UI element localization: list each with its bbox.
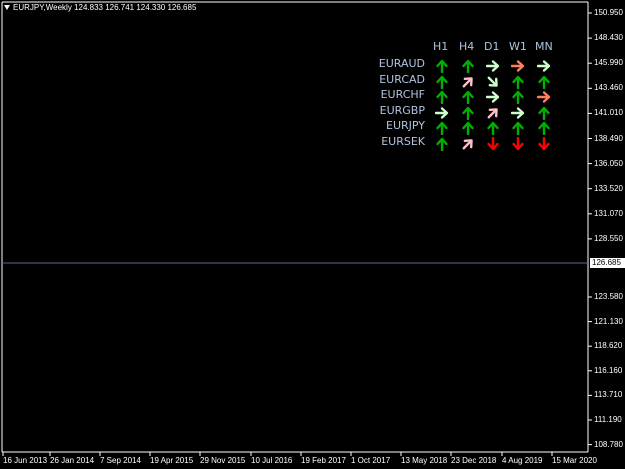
trend-arrow-icon [511, 74, 525, 89]
symbol-label-eurchf: EURCHF [380, 88, 425, 101]
trend-arrow-icon [435, 136, 449, 151]
timeframe-header-w1: W1 [509, 40, 527, 53]
trend-arrow-icon [537, 136, 551, 150]
time-axis-label: 1 Oct 2017 [351, 456, 391, 465]
price-axis-label: 113.710 [594, 390, 623, 400]
time-axis-label: 15 Mar 2020 [552, 456, 597, 465]
time-axis-label: 26 Jan 2014 [50, 456, 95, 465]
trend-arrow-icon [461, 74, 475, 88]
price-axis-label: 145.990 [594, 58, 623, 68]
time-axis-label: 4 Aug 2019 [502, 456, 543, 465]
price-axis-label: 121.130 [594, 316, 623, 326]
trend-arrow-icon [485, 58, 500, 72]
trend-arrow-icon [434, 105, 449, 119]
price-axis-label: 131.070 [594, 208, 623, 218]
trend-arrow-icon [435, 74, 449, 89]
time-axis-label: 23 Dec 2018 [451, 456, 497, 465]
trend-arrow-icon [435, 120, 449, 136]
time-axis-label: 29 Nov 2015 [200, 456, 246, 465]
trend-arrow-icon [536, 89, 551, 103]
trend-arrow-icon [485, 89, 500, 103]
time-axis-label: 7 Sep 2014 [100, 456, 141, 465]
chart-title: EURJPY,Weekly 124.833 126.741 124.330 12… [4, 3, 196, 12]
price-axis-label: 111.190 [594, 415, 622, 424]
chart-canvas[interactable] [0, 0, 625, 469]
price-axis-label: 141.010 [594, 108, 623, 118]
trend-arrow-icon [435, 89, 449, 105]
symbol-label-euraud: EURAUD [378, 57, 425, 70]
price-axis-label: 136.050 [594, 158, 623, 168]
trend-arrow-icon [537, 74, 551, 89]
timeframe-header-h1: H1 [433, 40, 449, 53]
price-axis-label: 138.490 [594, 133, 623, 143]
price-axis-label: 143.460 [594, 83, 623, 93]
trend-arrow-icon [486, 136, 500, 150]
symbol-label-eurcad: EURCAD [379, 72, 425, 86]
symbol-label-eurgbp: EURGBP [379, 103, 425, 117]
trend-arrow-icon [510, 58, 525, 72]
symbol-label-eurjpy: EURJPY [386, 119, 425, 132]
trend-arrow-icon [486, 74, 500, 88]
symbol-label-eursek: EURSEK [381, 134, 425, 148]
timeframe-header-mn: MN [535, 40, 553, 53]
trend-arrow-icon [510, 105, 525, 119]
trend-arrow-icon [511, 89, 525, 105]
trend-arrow-icon [486, 105, 500, 119]
price-axis-label: 150.950 [594, 8, 623, 17]
trend-arrow-icon [461, 89, 475, 105]
time-axis-label: 16 Jun 2013 [3, 456, 48, 465]
price-axis-label: 133.520 [594, 183, 623, 193]
trend-arrow-icon [511, 136, 525, 150]
price-axis-label: 108.780 [594, 439, 623, 449]
time-axis-label: 10 Jul 2016 [251, 456, 293, 465]
trend-arrow-icon [511, 120, 525, 136]
trend-arrow-icon [435, 58, 449, 74]
trend-arrow-icon [461, 120, 475, 136]
trend-arrow-icon [486, 120, 500, 136]
price-axis-label: 148.430 [594, 33, 623, 43]
price-axis-label: 123.580 [594, 292, 623, 301]
price-axis-label: 118.620 [594, 341, 623, 351]
trend-arrow-icon [537, 120, 551, 136]
time-axis-label: 19 Apr 2015 [150, 456, 194, 465]
time-axis-label: 13 May 2018 [401, 456, 448, 465]
trend-arrow-icon [536, 58, 551, 72]
trend-arrow-icon [461, 58, 475, 74]
trend-arrow-icon [537, 105, 551, 120]
price-axis-label: 116.160 [594, 365, 623, 375]
current-price-tag: 126.685 [590, 258, 625, 268]
timeframe-header-d1: D1 [484, 40, 500, 53]
time-axis-label: 19 Feb 2017 [301, 456, 346, 465]
trend-arrow-icon [461, 136, 475, 150]
timeframe-header-h4: H4 [459, 40, 475, 53]
trend-arrow-icon [461, 105, 475, 120]
price-axis-label: 128.550 [594, 233, 623, 243]
dropdown-triangle-icon[interactable] [4, 5, 10, 11]
